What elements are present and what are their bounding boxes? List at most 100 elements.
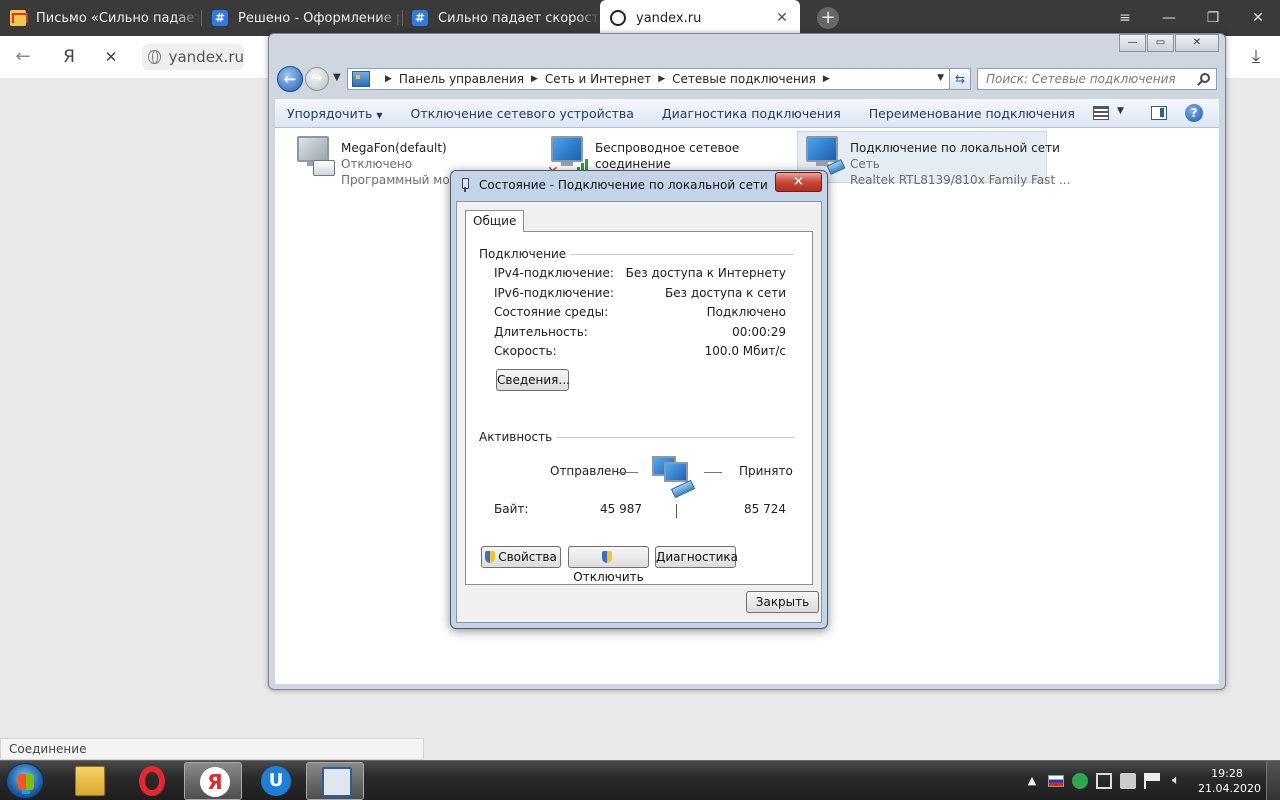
row-speed: Скорость: 100.0 Мбит/с xyxy=(494,344,786,358)
activity-group-label: Активность xyxy=(479,430,557,444)
url-field[interactable]: yandex.ru xyxy=(142,44,244,70)
bytes-label: Байт: xyxy=(494,502,529,516)
activity-separator xyxy=(676,504,677,518)
clock[interactable]: 19:28 21.04.2020 xyxy=(1198,766,1261,796)
chevron-down-icon[interactable]: ▼ xyxy=(937,73,944,83)
chevron-right-icon: ▶ xyxy=(385,74,392,84)
restore-icon[interactable]: ❐ xyxy=(1191,0,1235,36)
language-ru-icon[interactable] xyxy=(1048,775,1064,787)
dialog-close-button[interactable]: ✕ xyxy=(775,172,822,192)
dialog-body: Общие Подключение IPv4-подключение: Без д… xyxy=(456,201,822,623)
browser-tab-strip: Письмо «Сильно падает с # Решено - Оформ… xyxy=(0,0,1280,36)
globe-icon xyxy=(148,50,161,64)
received-line xyxy=(704,472,722,473)
diagnose-button[interactable]: Диагностика xyxy=(655,546,738,568)
sent-line xyxy=(618,472,638,473)
help-icon[interactable]: ? xyxy=(1185,104,1203,122)
app-icon[interactable] xyxy=(1072,773,1088,789)
network-icon[interactable] xyxy=(1096,773,1112,789)
taskbar-control-panel[interactable] xyxy=(306,762,364,800)
disconnect-button[interactable]: Отключить xyxy=(568,546,649,584)
connection-status-dialog: Состояние - Подключение по локальной сет… xyxy=(450,170,828,629)
diagnose-connection-button[interactable]: Диагностика подключения xyxy=(648,106,855,121)
show-hidden-icon[interactable]: ▲ xyxy=(1024,773,1040,789)
command-bar: Упорядочить ▼ Отключение сетевого устройс… xyxy=(275,98,1219,128)
control-panel-icon xyxy=(322,767,352,797)
taskbar-opera[interactable] xyxy=(122,762,180,800)
breadcrumb-control-panel[interactable]: Панель управления xyxy=(399,72,524,86)
view-options-icon[interactable] xyxy=(1093,106,1109,120)
bytes-received-value: 85 724 xyxy=(744,502,786,516)
tab-mail[interactable]: Письмо «Сильно падает с xyxy=(0,0,200,36)
received-label: Принято xyxy=(739,464,793,478)
divider xyxy=(546,437,794,438)
mail-icon xyxy=(10,10,26,26)
chevron-down-icon[interactable]: ▼ xyxy=(1117,106,1124,116)
properties-button[interactable]: Свойства xyxy=(481,546,561,568)
dialup-connection-icon xyxy=(289,132,341,182)
tab-panel: Подключение IPv4-подключение: Без доступа… xyxy=(465,231,813,585)
breadcrumb[interactable]: ▶ Панель управления ▶ Сеть и Интернет ▶ … xyxy=(347,68,951,90)
system-tray: ▲ 🔈︎ 19:28 21.04.2020 xyxy=(1024,761,1280,800)
opera-icon xyxy=(139,766,165,796)
back-icon[interactable]: ← xyxy=(10,45,36,69)
dialog-title: Состояние - Подключение по локальной сет… xyxy=(459,178,768,192)
minimize-button[interactable]: — xyxy=(1119,34,1146,52)
show-desktop-button[interactable] xyxy=(1266,761,1280,800)
control-panel-icon xyxy=(352,71,370,87)
utorrent-icon: U xyxy=(261,766,291,796)
bytes-sent-value: 45 987 xyxy=(600,502,642,516)
disable-device-button[interactable]: Отключение сетевого устройства xyxy=(397,106,648,121)
preview-pane-icon[interactable] xyxy=(1151,106,1167,120)
breadcrumb-network-connections[interactable]: Сетевые подключения xyxy=(672,72,816,86)
stop-loading-icon[interactable]: ✕ xyxy=(98,45,124,69)
taskbar: Я U ▲ 🔈︎ 19:28 21.04.2020 xyxy=(0,760,1280,800)
details-button[interactable]: Сведения... xyxy=(496,369,570,391)
search-icon[interactable] xyxy=(1200,73,1210,83)
volume-icon[interactable]: 🔈︎ xyxy=(1168,773,1184,789)
row-ipv4: IPv4-подключение: Без доступа к Интернету xyxy=(494,266,786,280)
download-icon[interactable]: ⤓ xyxy=(1246,46,1266,68)
row-duration: Длительность: 00:00:29 xyxy=(494,325,786,339)
network-plug-icon xyxy=(459,178,471,192)
breadcrumb-network-internet[interactable]: Сеть и Интернет xyxy=(545,72,651,86)
chevron-right-icon: ▶ xyxy=(822,74,830,84)
minimize-icon[interactable]: — xyxy=(1147,0,1191,36)
forward-button[interactable]: → xyxy=(305,67,329,91)
divider xyxy=(546,254,794,255)
close-button[interactable]: ✕ xyxy=(1175,34,1219,52)
close-window-icon[interactable]: ✕ xyxy=(1236,0,1280,36)
close-tab-icon[interactable]: ✕ xyxy=(774,10,790,26)
forum-icon: # xyxy=(412,10,428,26)
maximize-button[interactable]: ▭ xyxy=(1147,34,1174,52)
taskbar-utorrent[interactable]: U xyxy=(246,762,304,800)
taskbar-yandex-browser[interactable]: Я xyxy=(184,762,242,800)
network-activity-icon xyxy=(650,454,702,500)
connection-group-label: Подключение xyxy=(479,247,571,261)
back-button[interactable]: ← xyxy=(277,66,303,92)
row-ipv6: IPv6-подключение: Без доступа к сети xyxy=(494,286,786,300)
forum-icon: # xyxy=(212,10,228,26)
device-icon[interactable] xyxy=(1120,773,1136,789)
tab-forum-solved[interactable]: # Решено - Оформление ра xyxy=(202,0,402,36)
tab-forum-speed[interactable]: # Сильно падает скорость и xyxy=(402,0,600,36)
uac-shield-icon xyxy=(602,551,612,563)
history-dropdown-icon[interactable]: ▼ xyxy=(333,72,341,83)
close-dialog-button[interactable]: Закрыть xyxy=(746,591,819,613)
browser-menu-icon[interactable]: ≡ xyxy=(1103,0,1147,36)
taskbar-explorer[interactable] xyxy=(60,762,118,800)
search-input[interactable]: Поиск: Сетевые подключения xyxy=(977,68,1217,90)
uac-shield-icon xyxy=(485,551,496,563)
new-tab-button[interactable]: + xyxy=(817,7,839,29)
yandex-browser-icon: Я xyxy=(200,767,230,797)
status-bar: Соединение xyxy=(0,738,424,760)
yandex-logo-icon[interactable]: Я xyxy=(56,45,82,69)
tab-general[interactable]: Общие xyxy=(465,210,525,232)
refresh-button[interactable]: ⇆ xyxy=(949,68,971,90)
list-item-local-area[interactable]: Подключение по локальной сети Сеть Realt… xyxy=(797,131,1070,187)
organize-menu[interactable]: Упорядочить ▼ xyxy=(275,106,397,121)
tab-yandex[interactable]: yandex.ru ✕ xyxy=(600,0,800,36)
start-button[interactable] xyxy=(6,763,44,799)
rename-connection-button[interactable]: Переименование подключения xyxy=(855,106,1089,121)
flag-icon[interactable] xyxy=(1144,773,1160,789)
